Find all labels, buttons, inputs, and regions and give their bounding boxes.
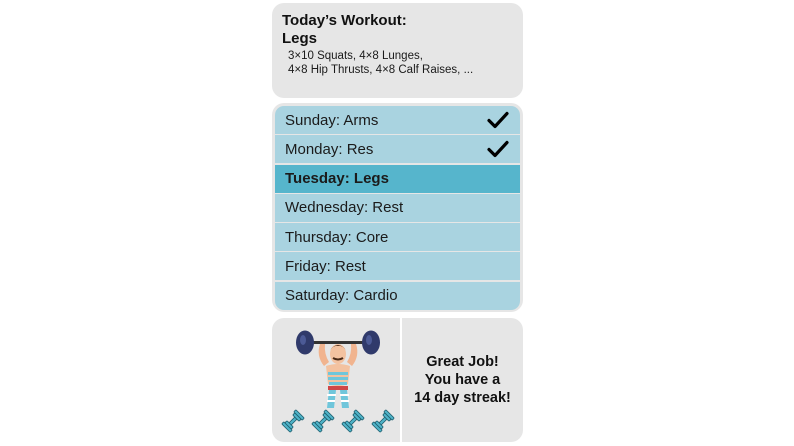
day-label: Tuesday: Legs <box>285 170 389 188</box>
workout-heading: Today’s Workout: Legs <box>282 12 513 48</box>
workout-details: 3×10 Squats, 4×8 Lunges, 4×8 Hip Thrusts… <box>282 50 513 77</box>
streak-card: Great Job! You have a 14 day streak! <box>402 318 523 442</box>
day-row-tuesday[interactable]: Tuesday: Legs <box>275 164 520 193</box>
day-label: Saturday: Cardio <box>285 287 398 305</box>
checkmark-icon <box>487 141 509 158</box>
day-label: Monday: Res <box>285 140 374 158</box>
day-row-saturday[interactable]: Saturday: Cardio <box>275 281 520 310</box>
mascot-card <box>272 318 400 442</box>
day-row-sunday[interactable]: Sunday: Arms <box>275 106 520 134</box>
day-label: Sunday: Arms <box>285 111 379 129</box>
dumbbell-row <box>280 408 396 434</box>
day-row-friday[interactable]: Friday: Rest <box>275 252 520 281</box>
dumbbell-icon <box>281 409 305 433</box>
workout-name: Legs <box>282 30 318 47</box>
dumbbell-icon <box>371 409 395 433</box>
strongman-lifting-barbell-icon <box>296 330 380 408</box>
weekly-schedule-list: Sunday: Arms Monday: Res Tuesday: Legs W… <box>272 103 523 312</box>
todays-workout-card: Today’s Workout: Legs 3×10 Squats, 4×8 L… <box>272 3 523 98</box>
day-label: Thursday: Core <box>285 228 389 246</box>
workout-heading-label: Today’s Workout: <box>282 12 407 29</box>
dumbbell-icon <box>311 409 335 433</box>
streak-message: Great Job! You have a 14 day streak! <box>414 354 511 406</box>
workout-details-line: 4×8 Hip Thrusts, 4×8 Calf Raises, ... <box>288 63 474 76</box>
day-row-thursday[interactable]: Thursday: Core <box>275 223 520 252</box>
day-label: Wednesday: Rest <box>285 199 404 217</box>
day-row-wednesday[interactable]: Wednesday: Rest <box>275 193 520 222</box>
day-label: Friday: Rest <box>285 257 366 275</box>
checkmark-icon <box>487 111 509 129</box>
day-row-monday[interactable]: Monday: Res <box>275 135 520 164</box>
workout-details-line: 3×10 Squats, 4×8 Lunges, <box>288 50 423 62</box>
dumbbell-icon <box>341 409 365 433</box>
